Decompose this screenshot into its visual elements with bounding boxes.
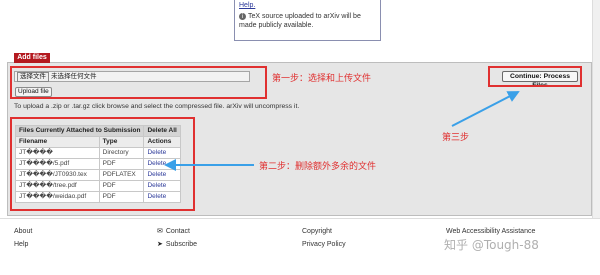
footer-col-3: Copyright Privacy Policy [302, 225, 346, 251]
footer-contact-link[interactable]: ✉ Contact [157, 225, 197, 238]
paper-plane-icon: ➤ [157, 241, 163, 248]
envelope-icon: ✉ [157, 228, 163, 235]
footer-privacy-link[interactable]: Privacy Policy [302, 238, 346, 251]
step3-arrow [451, 91, 520, 127]
footer-copyright-link[interactable]: Copyright [302, 225, 346, 238]
footer-help-link[interactable]: Help [14, 238, 32, 251]
footer-col-1: About Help [14, 225, 32, 251]
footer-contact-label: Contact [165, 228, 190, 235]
footer-subscribe-link[interactable]: ➤ Subscribe [157, 238, 197, 251]
footer-subscribe-label: Subscribe [165, 241, 198, 248]
watermark: 知乎 @Tough-88 [444, 238, 539, 252]
footer-about-link[interactable]: About [14, 225, 32, 238]
footer-col-2: ✉ Contact ➤ Subscribe [157, 225, 197, 251]
